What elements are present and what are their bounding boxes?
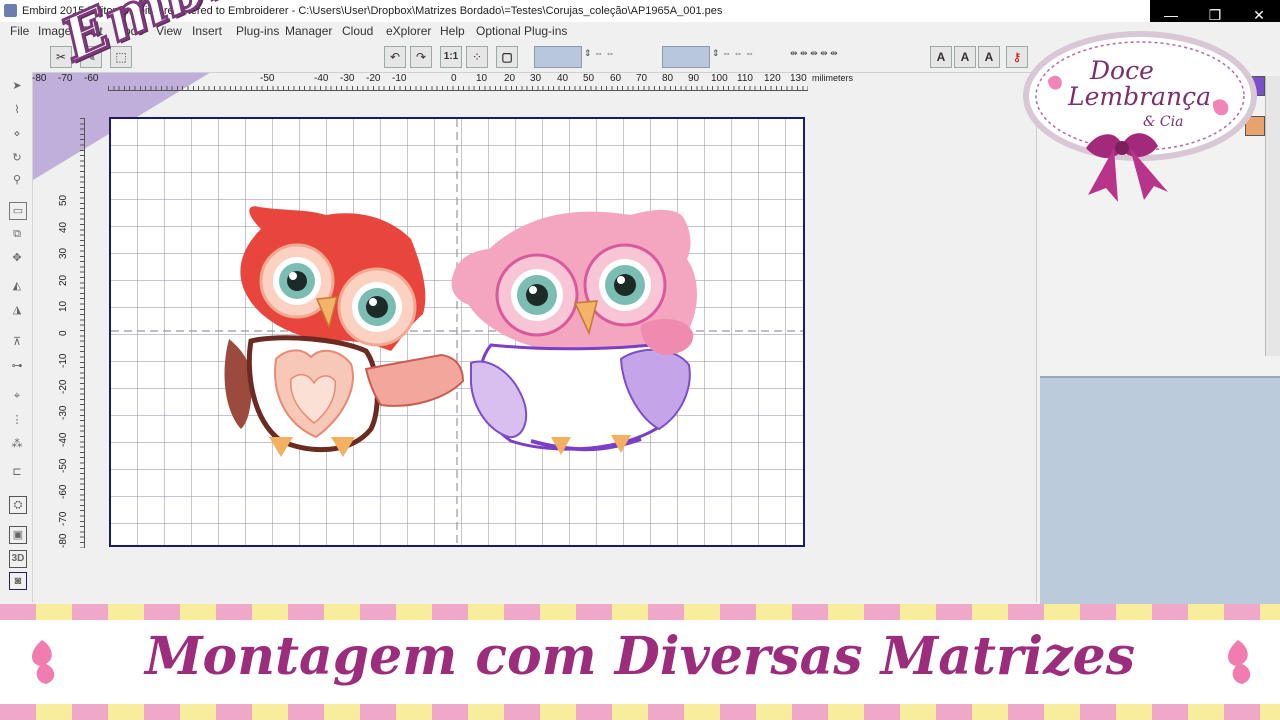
v-ruler-ticks (80, 118, 85, 548)
rectangle-select-icon[interactable]: ▭ (9, 202, 27, 220)
v-tick-label: -30 (58, 405, 69, 420)
grid-snap-icon[interactable]: ⁘ (466, 46, 488, 68)
h-tick-label: 90 (688, 73, 700, 84)
h-ruler-ticks (108, 86, 808, 91)
h-tick-label: 70 (636, 73, 648, 84)
h-tick-label: -10 (392, 73, 407, 84)
menu-cloud[interactable]: Cloud (342, 24, 373, 38)
menu-plugins[interactable]: Plug-ins (236, 24, 279, 38)
doce-lembranca-logo: Doce Lembrança & Cia (1018, 30, 1258, 205)
design-canvas[interactable] (109, 117, 805, 547)
h-tick-label: -60 (84, 73, 99, 84)
h-tick-label: -40 (314, 73, 329, 84)
panel-scrollbar[interactable] (1265, 76, 1280, 356)
h-tick-label: 20 (504, 73, 516, 84)
zoom-1to1-button[interactable]: 1:1 (440, 46, 462, 68)
banner-stripe-bottom (0, 704, 1280, 720)
logo-line-2: Lembrança (1068, 82, 1211, 111)
redo-icon[interactable]: ↷ (410, 46, 432, 68)
undo-icon[interactable]: ↶ (384, 46, 406, 68)
sequence-icon[interactable]: ⊏ (9, 464, 25, 480)
realistic-view-icon[interactable]: ◙ (9, 572, 27, 590)
align-icons[interactable]: ⇹ ⇹ ⇹ ⇹ ⇹ (790, 48, 838, 59)
preview-panel (1040, 376, 1280, 604)
h-tick-label: -80 (32, 73, 47, 84)
distribute-icon[interactable]: ⋮ (9, 412, 25, 428)
left-toolbox: ➤ ⌇ ⋄ ↻ ⚲ ▭ ⧉ ✥ ◭ ◮ ⊼ ⊶ ⌖ ⋮ ⁂ ⊏ ⛭ ▣ 3D ◙ (0, 72, 33, 602)
v-tick-label: 40 (58, 221, 69, 233)
move-icon[interactable]: ✥ (9, 250, 25, 266)
menu-optional-plugins[interactable]: Optional Plug-ins (476, 24, 567, 38)
color-swatch-1[interactable] (534, 46, 582, 68)
bottom-banner: Montagem com Diversas Matrizes (0, 604, 1280, 720)
h-tick-label: 30 (530, 73, 542, 84)
h-tick-label: 10 (476, 73, 488, 84)
stack-icon[interactable]: ⁂ (9, 436, 25, 452)
embroidery-design (111, 119, 803, 545)
copy-icon[interactable]: ⧉ (9, 226, 25, 242)
h-tick-label: -20 (366, 73, 381, 84)
zoom-icon[interactable]: ⚲ (9, 172, 25, 188)
text-style-button[interactable]: A (954, 46, 976, 68)
logo-line-1: Doce (1090, 56, 1154, 85)
app-icon (4, 4, 17, 17)
v-tick-label: -80 (58, 533, 69, 548)
menu-manager[interactable]: Manager (285, 24, 332, 38)
h-tick-label: 50 (583, 73, 595, 84)
h-tick-label: 40 (557, 73, 569, 84)
h-tick-label: 0 (451, 73, 457, 84)
h-tick-label: 110 (737, 73, 753, 84)
arrows-icon[interactable]: ⇕ ⇔ ⇔ (584, 48, 615, 59)
color-swatch-2[interactable] (662, 46, 710, 68)
v-tick-label: -20 (58, 379, 69, 394)
align-middle-icon[interactable]: ⊶ (9, 358, 25, 374)
h-tick-label: 130 (790, 73, 807, 84)
v-tick-label: -70 (58, 511, 69, 526)
v-tick-label: -10 (58, 353, 69, 368)
h-tick-label: -70 (58, 73, 73, 84)
vertical-ruler: 50 40 30 20 10 0 -10 -20 -30 -40 -50 -60… (58, 118, 80, 548)
mirror-vertical-icon[interactable]: ◭ (9, 278, 25, 294)
menu-help[interactable]: Help (440, 24, 465, 38)
h-tick-label: 100 (711, 73, 728, 84)
arrow-select-icon[interactable]: ➤ (9, 78, 25, 94)
h-tick-label: -50 (260, 73, 275, 84)
h-tick-label: -30 (340, 73, 355, 84)
3d-view-button[interactable]: 3D (9, 550, 27, 568)
logo-line-3: & Cia (1143, 114, 1184, 130)
lasso-icon[interactable]: ⌇ (9, 102, 25, 118)
v-tick-label: -40 (58, 432, 69, 447)
arrows-icon-2[interactable]: ⇕ ⇔ ⇔ ⇔ (712, 48, 754, 59)
v-tick-label: 20 (58, 274, 69, 286)
banner-stripe-top (0, 604, 1280, 620)
v-tick-label: 50 (58, 194, 69, 206)
menu-insert[interactable]: Insert (192, 24, 222, 38)
rotate-icon[interactable]: ↻ (9, 150, 25, 166)
menu-explorer[interactable]: eXplorer (386, 24, 431, 38)
ruler-units: milimeters (812, 73, 854, 83)
v-tick-label: -60 (58, 484, 69, 499)
v-tick-label: 30 (58, 247, 69, 259)
hoop-icon[interactable]: ▢ (496, 46, 518, 68)
mirror-horizontal-icon[interactable]: ◮ (9, 302, 25, 318)
node-icon[interactable]: ⋄ (9, 126, 25, 142)
banner-title: Montagem com Diversas Matrizes (144, 626, 1135, 687)
h-tick-label: 60 (610, 73, 622, 84)
tag-icon[interactable]: ⛭ (9, 496, 27, 514)
center-icon[interactable]: ⌖ (9, 388, 25, 404)
pink-owl-design[interactable] (451, 209, 697, 455)
text-tool-button[interactable]: A (930, 46, 952, 68)
v-tick-label: -50 (58, 458, 69, 473)
text-outline-button[interactable]: A (978, 46, 1000, 68)
h-tick-label: 120 (764, 73, 781, 84)
h-tick-label: 80 (662, 73, 674, 84)
align-top-icon[interactable]: ⊼ (9, 334, 25, 350)
v-tick-label: 10 (58, 300, 69, 312)
v-tick-label: 0 (58, 330, 69, 336)
menu-file[interactable]: File (10, 24, 29, 38)
preview-icon[interactable]: ▣ (9, 526, 27, 544)
minimize-button[interactable]: — (1156, 7, 1186, 23)
